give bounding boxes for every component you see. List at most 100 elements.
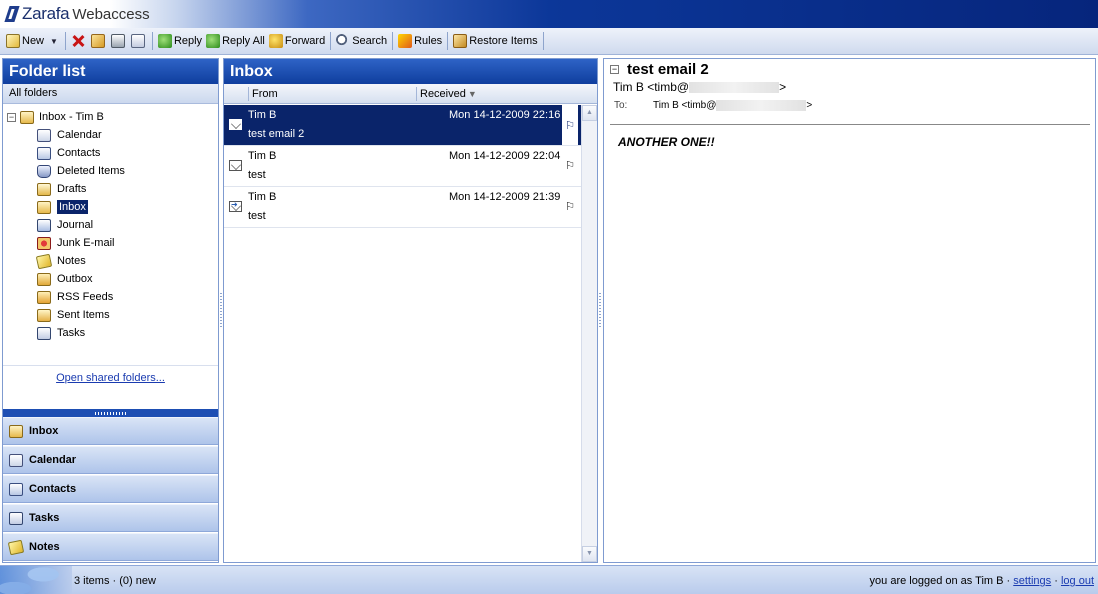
shortcut-inbox[interactable]: Inbox [3,417,218,445]
notes-icon [35,253,53,269]
logout-link[interactable]: log out [1061,575,1094,587]
notes-icon [7,539,25,555]
new-dropdown-chevron-icon[interactable]: ▼ [50,37,58,46]
rules-icon [398,34,413,48]
settings-link[interactable]: settings [1013,575,1051,587]
collapse-header-icon[interactable]: − [610,65,619,74]
move-to-folder-icon [90,34,105,48]
reply-icon [157,34,172,48]
calendar-icon [37,128,51,142]
folder-label: Drafts [57,183,87,195]
folder-contacts[interactable]: Contacts [3,144,218,162]
reply-label: Reply [173,35,203,47]
scroll-up-icon[interactable]: ▲ [582,105,597,121]
folder-sent-items[interactable]: Sent Items [3,306,218,324]
message-row[interactable]: Tim B Mon 14-12-2009 22:16 test email 2 … [224,105,581,146]
folder-tasks[interactable]: Tasks [3,324,218,342]
message-list: Tim B Mon 14-12-2009 22:16 test email 2 … [224,105,581,228]
message-subject-heading: − test email 2 [610,61,709,78]
folder-rss-feeds[interactable]: RSS Feeds [3,288,218,306]
new-button[interactable]: New [4,31,46,51]
logged-on-text: you are logged on as Tim B · [869,575,1011,587]
scroll-down-icon[interactable]: ▼ [582,546,597,562]
session-info: you are logged on as Tim B · settings · … [870,575,1094,587]
column-received-label: Received [420,88,466,100]
folder-outbox[interactable]: Outbox [3,270,218,288]
toolbar-divider [64,32,66,50]
reply-all-icon [206,34,221,48]
from-address-end: > [779,80,787,94]
read-envelope-icon [229,119,242,130]
delete-button[interactable] [69,31,89,51]
collapse-icon[interactable]: − [7,112,16,122]
folder-calendar[interactable]: Calendar [3,126,218,144]
folder-drafts[interactable]: Drafts [3,180,218,198]
reading-to[interactable]: Tim B <timb@ > [653,100,812,111]
restore-items-label: Restore Items [469,35,538,47]
status-bar: 3 items · (0) new you are logged on as T… [0,565,1098,594]
message-list-scrollbar[interactable]: ▲ ▼ [581,105,597,562]
folder-label: Journal [57,219,94,231]
message-from: Tim B [248,191,277,203]
message-received: Mon 14-12-2009 22:16 [449,109,561,121]
brand-sub: Webaccess [72,6,150,23]
folder-junk-email[interactable]: Junk E-mail [3,234,218,252]
journal-icon [37,218,51,232]
shortcut-splitter[interactable] [3,409,218,417]
column-header: From Received ▼ [224,84,597,104]
toolbar-divider [151,32,153,50]
flag-icon[interactable]: ⚐ [564,159,576,173]
reply-all-label: Reply All [222,35,265,47]
message-row[interactable]: Tim B Mon 14-12-2009 21:39 test ⚐ [224,187,581,228]
toolbar-divider [447,32,449,50]
column-received[interactable]: Received ▼ [416,87,477,101]
folder-label: Inbox [57,200,88,214]
new-item-icon [6,34,20,48]
folder-deleted-items[interactable]: Deleted Items [3,162,218,180]
message-received: Mon 14-12-2009 21:39 [449,191,561,203]
flag-icon[interactable]: ⚐ [564,200,576,214]
forwarded-envelope-icon [229,200,242,212]
search-button[interactable]: Search [334,31,389,51]
contacts-icon [37,146,51,160]
folder-tree-root[interactable]: − Inbox - Tim B [3,108,218,126]
root-folder-label: Inbox - Tim B [39,111,104,123]
shortcut-calendar[interactable]: Calendar [3,446,218,474]
folder-inbox[interactable]: Inbox [3,198,218,216]
rules-button[interactable]: Rules [396,31,444,51]
all-folders-label[interactable]: All folders [3,84,218,104]
column-from[interactable]: From [248,87,278,101]
flag-icon[interactable]: ⚐ [562,105,578,145]
folder-label: Deleted Items [57,165,125,177]
folder-label: Junk E-mail [57,237,115,249]
shortcut-tasks[interactable]: Tasks [3,504,218,532]
shortcut-notes[interactable]: Notes [3,533,218,561]
restore-items-button[interactable]: Restore Items [451,31,539,51]
status-separator: · [1054,575,1058,587]
message-from: Tim B [248,150,277,162]
shortcut-label: Contacts [29,483,77,495]
folder-label: Contacts [57,147,101,159]
print-button[interactable] [109,31,129,51]
tasks-icon [37,326,51,340]
inbox-icon [37,200,51,214]
reply-all-button[interactable]: Reply All [204,31,267,51]
read-envelope-icon [229,160,242,171]
folder-journal[interactable]: Journal [3,216,218,234]
contacts-icon [9,482,23,496]
to-label: To: [614,100,628,111]
forward-label: Forward [284,35,326,47]
address-book-button[interactable] [129,31,149,51]
open-shared-folders-link[interactable]: Open shared folders... [3,365,218,405]
shortcut-contacts[interactable]: Contacts [3,475,218,503]
reply-button[interactable]: Reply [156,31,204,51]
address-book-icon [130,34,145,48]
move-button[interactable] [89,31,109,51]
folder-tree: − Inbox - Tim B Calendar Contacts Delete… [3,108,218,342]
message-row[interactable]: Tim B Mon 14-12-2009 22:04 test ⚐ [224,146,581,187]
right-pane-splitter[interactable] [598,58,602,563]
folder-notes[interactable]: Notes [3,252,218,270]
forward-button[interactable]: Forward [267,31,327,51]
reading-from[interactable]: Tim B <timb@ > [613,80,786,94]
redacted-domain [716,100,807,111]
